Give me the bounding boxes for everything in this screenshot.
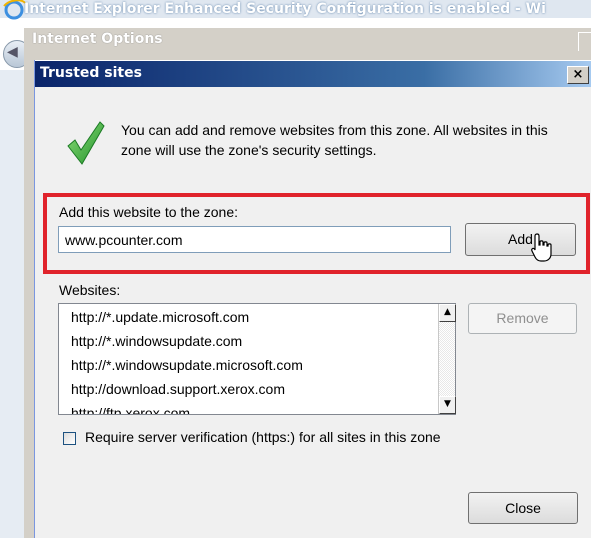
internet-options-close-button[interactable] <box>578 32 591 51</box>
ie-logo-icon <box>3 0 26 20</box>
dialog-close-button[interactable]: × <box>567 66 589 84</box>
list-item[interactable]: http://*.update.microsoft.com <box>71 309 249 325</box>
zone-info-text: You can add and remove websites from thi… <box>121 122 548 158</box>
dialog-title: Trusted sites <box>40 65 142 81</box>
list-item[interactable]: http://download.support.xerox.com <box>71 381 285 397</box>
internet-options-title: Internet Options <box>32 31 163 47</box>
ie-window-title: Internet Explorer Enhanced Security Conf… <box>24 1 546 17</box>
back-arrow-icon: ◀ <box>7 44 18 60</box>
websites-scrollbar[interactable]: ▲ ▼ <box>438 304 456 414</box>
scroll-up-icon[interactable]: ▲ <box>439 304 456 322</box>
website-url-input[interactable] <box>58 226 451 253</box>
close-button[interactable]: Close <box>468 492 578 524</box>
hand-cursor-icon <box>531 233 552 262</box>
add-website-label: Add this website to the zone: <box>59 204 238 220</box>
list-item[interactable]: http://ftp.xerox.com <box>71 405 190 414</box>
checkmark-icon <box>67 121 105 165</box>
websites-list[interactable]: http://*.update.microsoft.com http://*.w… <box>58 303 456 415</box>
list-item[interactable]: http://*.windowsupdate.microsoft.com <box>71 357 303 373</box>
list-item[interactable]: http://*.windowsupdate.com <box>71 333 242 349</box>
scroll-down-icon[interactable]: ▼ <box>439 396 456 414</box>
ie-window-edge <box>0 70 25 538</box>
require-https-checkbox[interactable] <box>63 432 76 445</box>
websites-label: Websites: <box>59 282 121 298</box>
require-https-label[interactable]: Require server verification (https:) for… <box>85 429 441 445</box>
remove-button[interactable]: Remove <box>468 303 577 334</box>
add-button[interactable]: Add <box>465 223 576 256</box>
